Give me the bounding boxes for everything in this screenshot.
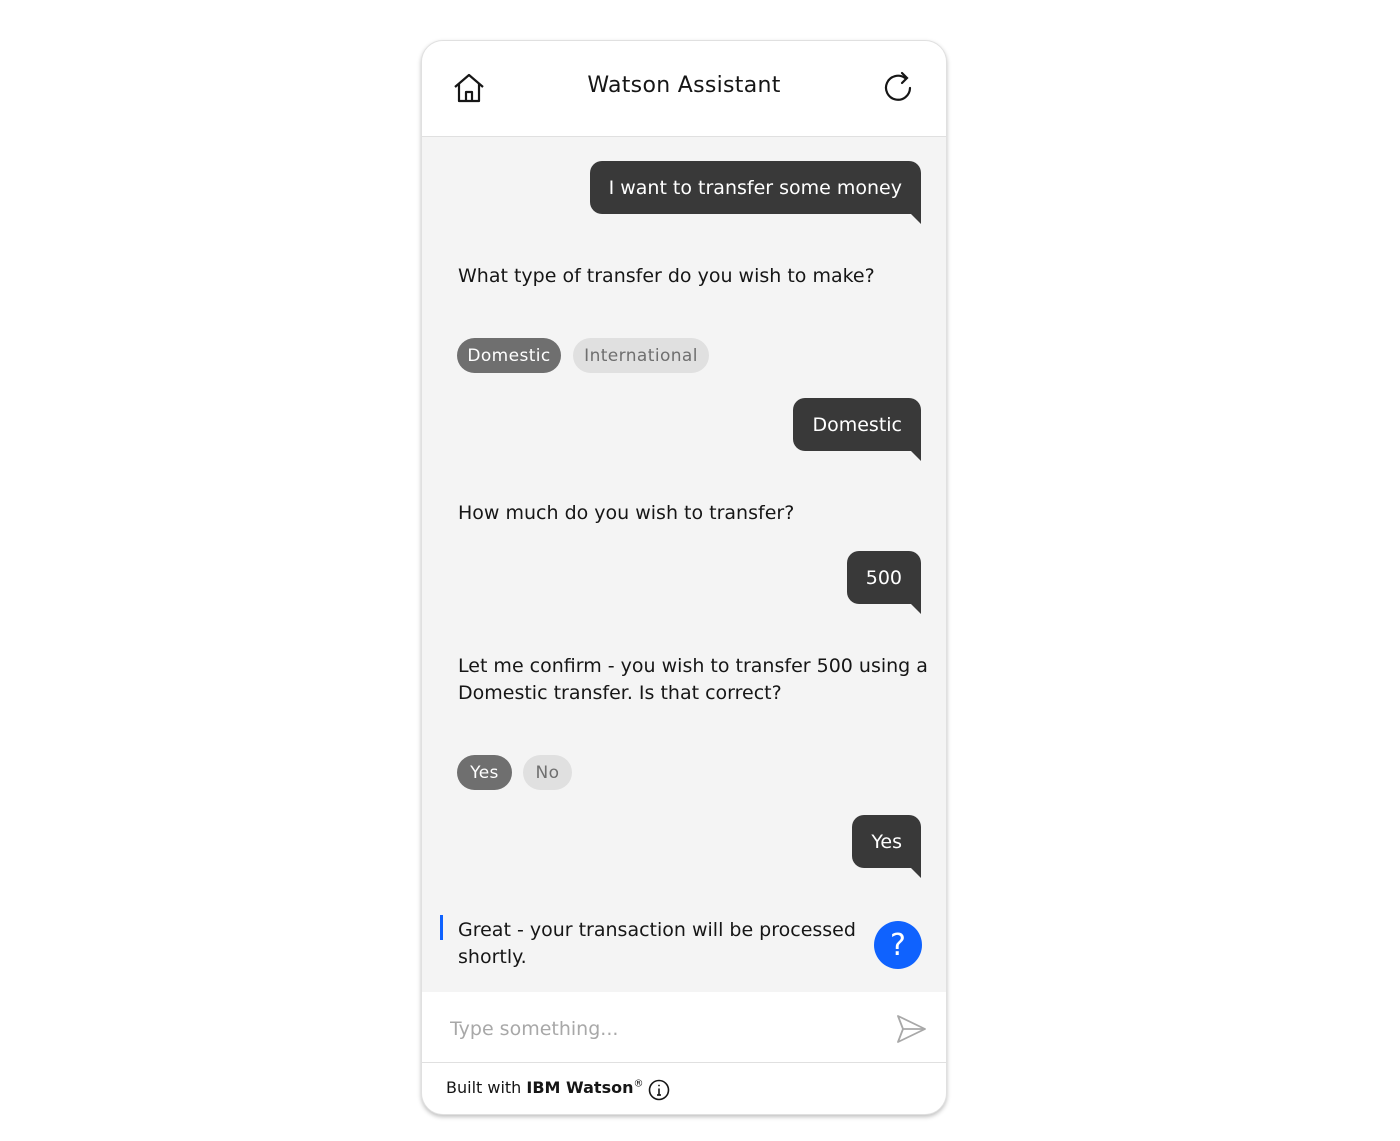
footer-credit: Built with IBM Watson® [446, 1078, 643, 1097]
refresh-icon[interactable] [878, 68, 918, 108]
option-chip-domestic[interactable]: Domestic [457, 338, 561, 373]
header-title: Watson Assistant [587, 73, 781, 98]
bot-message: Great - your transaction will be process… [458, 917, 856, 971]
bot-message-line: Domestic transfer. Is that correct? [458, 682, 782, 704]
bot-message: How much do you wish to transfer? [458, 502, 795, 524]
chat-header: Watson Assistant [422, 41, 946, 137]
user-message: Yes [852, 815, 921, 878]
option-chip-no[interactable]: No [523, 755, 572, 790]
bot-message: Let me confirm - you wish to transfer 50… [458, 653, 928, 707]
footer: Built with IBM Watson® [422, 1063, 946, 1114]
chat-window: Watson Assistant I want to transfer some… [421, 40, 947, 1115]
option-chip-yes[interactable]: Yes [457, 755, 512, 790]
bot-message-line: shortly. [458, 946, 527, 968]
bot-message-line: Let me confirm - you wish to transfer 50… [458, 655, 928, 677]
bot-message: What type of transfer do you wish to mak… [458, 265, 875, 287]
footer-prefix: Built with [446, 1078, 527, 1097]
info-icon[interactable] [648, 1079, 670, 1101]
footer-registered-mark: ® [633, 1078, 644, 1090]
user-message: Domestic [793, 398, 921, 461]
help-icon[interactable]: ? [874, 921, 922, 969]
footer-brand: IBM Watson [526, 1078, 634, 1097]
send-icon[interactable] [894, 1012, 928, 1046]
bot-message-line: Great - your transaction will be process… [458, 919, 856, 941]
message-focus-indicator [440, 915, 443, 940]
composer [422, 992, 946, 1063]
user-message: 500 [846, 551, 922, 614]
message-input[interactable] [448, 1010, 872, 1048]
user-message: I want to transfer some money [589, 161, 922, 224]
option-chip-international[interactable]: International [573, 338, 709, 373]
